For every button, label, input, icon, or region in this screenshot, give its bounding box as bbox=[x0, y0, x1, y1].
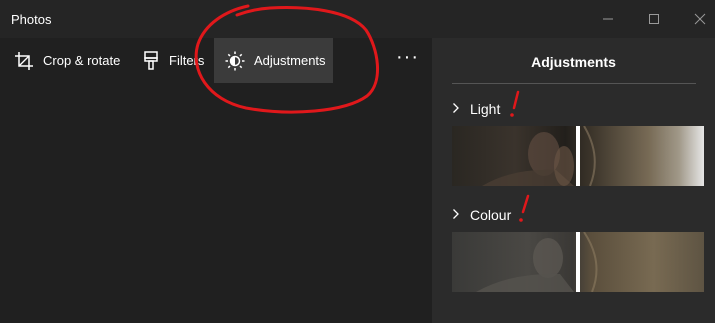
colour-slider-handle[interactable] bbox=[576, 232, 580, 292]
minimize-icon bbox=[603, 18, 613, 20]
panel-divider bbox=[452, 83, 696, 84]
panel-title: Adjustments bbox=[531, 54, 616, 70]
adjustments-button[interactable]: Adjustments bbox=[214, 38, 333, 83]
toolbar: Crop & rotate Filters Adjustments ··· bbox=[0, 38, 432, 83]
filters-label: Filters bbox=[169, 53, 205, 68]
crop-rotate-label: Crop & rotate bbox=[43, 53, 121, 68]
photo-canvas bbox=[0, 83, 432, 323]
filters-button[interactable]: Filters bbox=[143, 38, 204, 83]
more-options-icon: ··· bbox=[396, 45, 419, 68]
crop-rotate-button[interactable]: Crop & rotate bbox=[14, 38, 120, 83]
more-options-button[interactable]: ··· bbox=[396, 38, 419, 76]
adjustments-panel: Adjustments Light Colour bbox=[432, 38, 715, 323]
brush-icon bbox=[144, 50, 158, 70]
colour-section-toggle[interactable]: Colour bbox=[452, 207, 511, 223]
close-button[interactable] bbox=[677, 8, 715, 30]
adjustments-label: Adjustments bbox=[254, 53, 326, 68]
colour-section-label: Colour bbox=[470, 207, 512, 223]
colour-slider[interactable] bbox=[452, 232, 704, 292]
title-bar: Photos bbox=[0, 0, 715, 38]
crop-icon bbox=[15, 51, 33, 70]
maximize-button[interactable] bbox=[631, 8, 677, 30]
light-section-label: Light bbox=[470, 101, 501, 117]
minimize-button[interactable] bbox=[585, 8, 631, 30]
light-slider[interactable] bbox=[452, 126, 704, 186]
chevron-right-icon bbox=[452, 208, 466, 223]
chevron-right-icon bbox=[452, 102, 466, 117]
brightness-icon bbox=[225, 51, 245, 70]
maximize-icon bbox=[649, 14, 659, 24]
light-section-toggle[interactable]: Light bbox=[452, 101, 500, 117]
app-title: Photos bbox=[11, 12, 52, 27]
close-icon bbox=[694, 13, 706, 25]
light-slider-handle[interactable] bbox=[576, 126, 580, 186]
